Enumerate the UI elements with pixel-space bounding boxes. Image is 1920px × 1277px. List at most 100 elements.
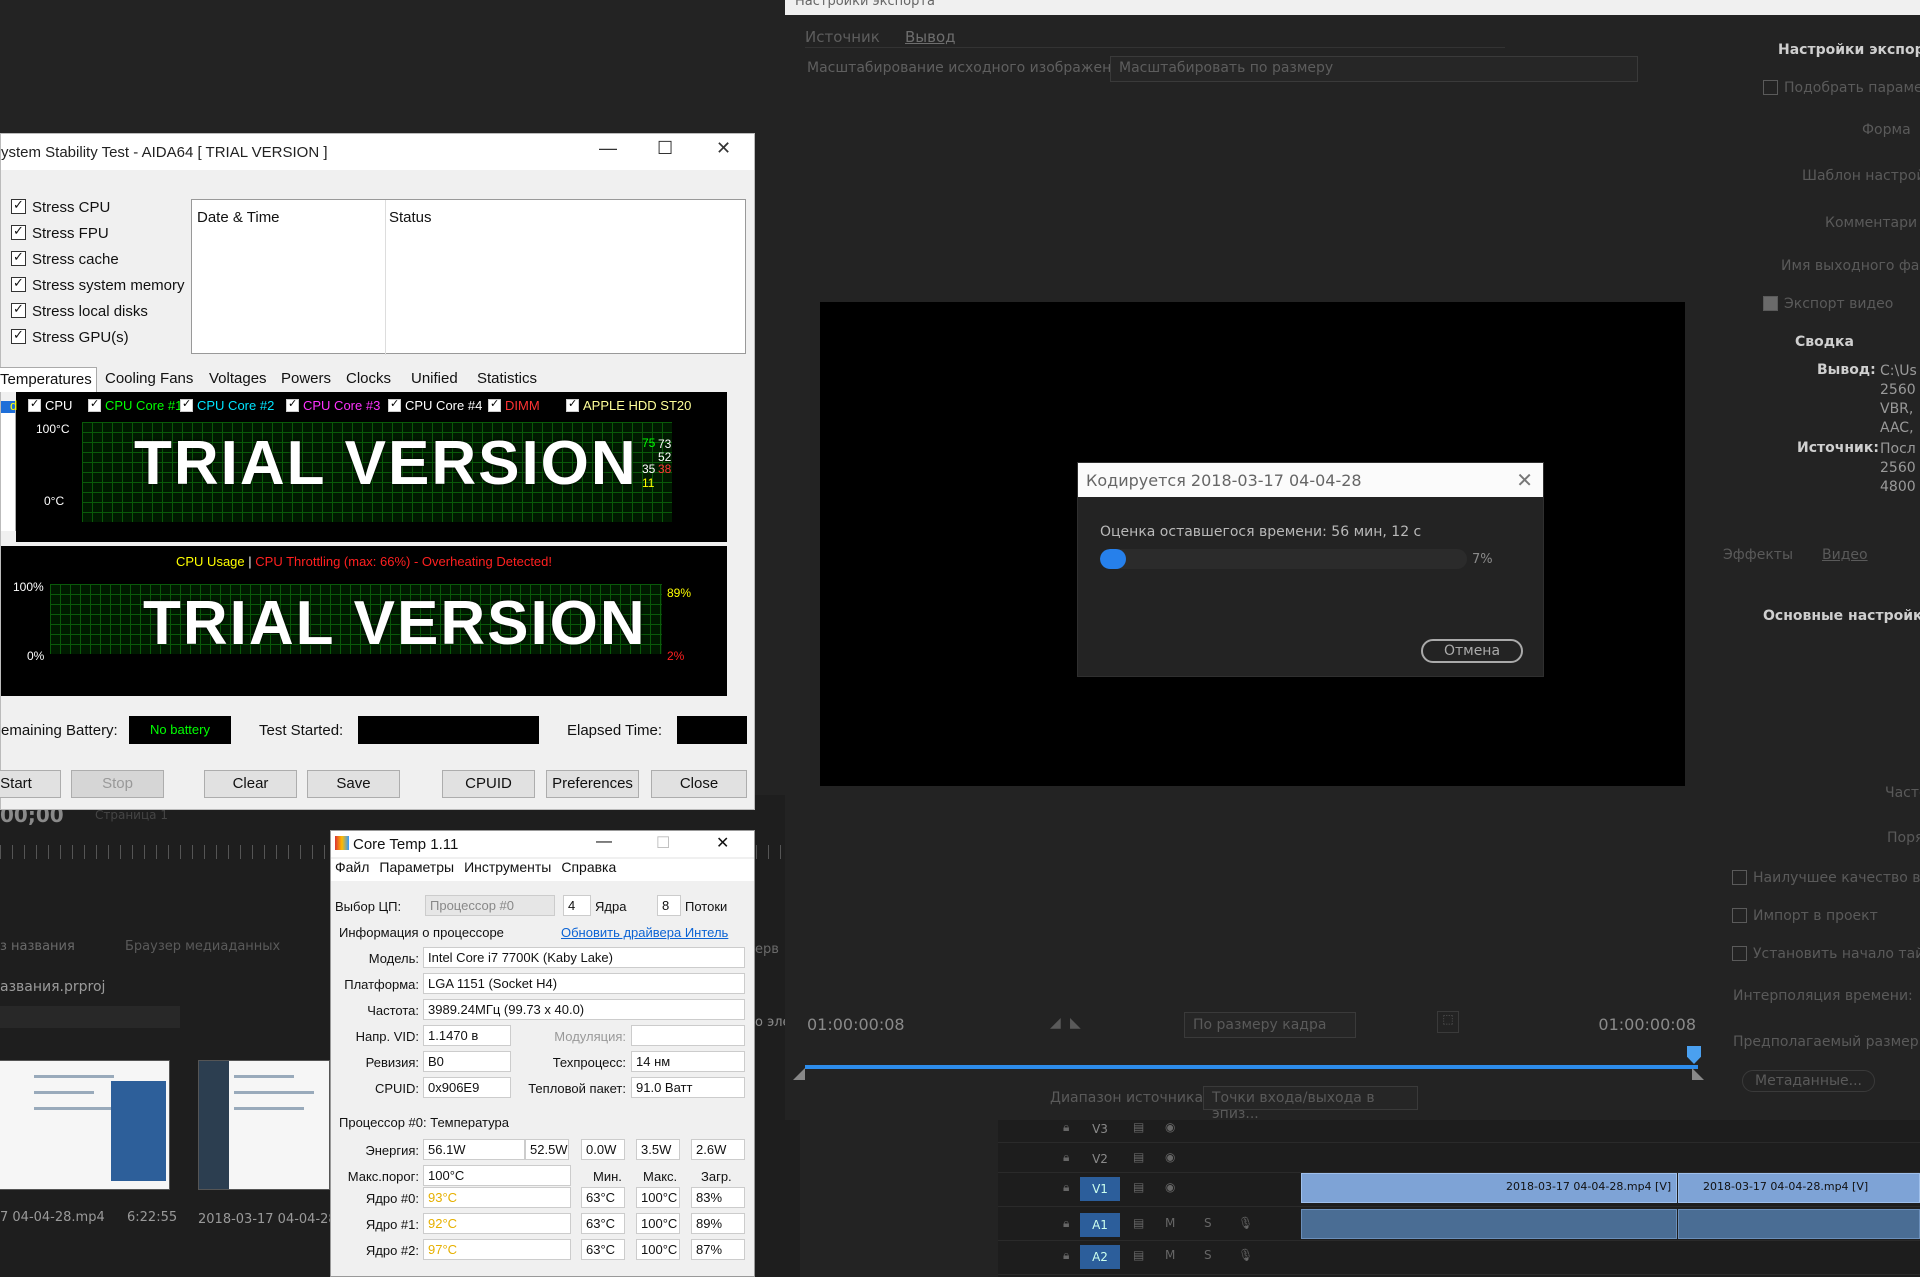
clip-thumbnail[interactable] bbox=[198, 1060, 330, 1190]
eye-icon[interactable]: ◉ bbox=[1165, 1150, 1175, 1164]
lock-icon[interactable]: 🔒︎ bbox=[1063, 1248, 1069, 1263]
track-label[interactable]: V3 bbox=[1080, 1117, 1120, 1141]
playhead-handle[interactable] bbox=[1687, 1046, 1701, 1064]
tab-voltages[interactable]: Voltages bbox=[205, 367, 271, 392]
legend-item[interactable]: CPU bbox=[28, 397, 72, 413]
mic-icon[interactable]: 🎙︎ bbox=[1238, 1216, 1253, 1230]
legend-item[interactable]: CPU Core #1 bbox=[88, 397, 182, 413]
col-date-time[interactable]: Date & Time bbox=[197, 209, 280, 226]
lock-icon[interactable]: 🔒︎ bbox=[1063, 1180, 1069, 1195]
track-label[interactable]: V1 bbox=[1080, 1177, 1120, 1201]
legend-item[interactable]: APPLE HDD ST20 bbox=[566, 397, 691, 413]
out-point-handle[interactable] bbox=[1692, 1068, 1704, 1080]
stress-cache-checkbox[interactable]: Stress cache bbox=[11, 249, 185, 277]
film-icon[interactable]: ▤ bbox=[1133, 1248, 1144, 1262]
eye-icon[interactable]: ◉ bbox=[1165, 1120, 1175, 1134]
track-v1[interactable]: 🔒︎ V1 ▤ ◉ 2018-03-17 04-04-28.mp4 [V] 2018-… bbox=[998, 1173, 1920, 1207]
minimize-icon[interactable]: — bbox=[599, 138, 617, 159]
preferences-button[interactable]: Preferences bbox=[546, 770, 639, 798]
import-project-checkbox[interactable]: Импорт в проект bbox=[1732, 908, 1878, 924]
close-icon[interactable]: ✕ bbox=[716, 138, 731, 159]
fit-select[interactable]: По размеру кадра bbox=[1184, 1012, 1356, 1038]
tab-powers[interactable]: Powers bbox=[277, 367, 335, 392]
tab-project[interactable]: з названия bbox=[0, 939, 75, 954]
tab-source[interactable]: Источник bbox=[805, 28, 880, 46]
timeline-clip[interactable]: 2018-03-17 04-04-28.mp4 [V] bbox=[1301, 1173, 1677, 1203]
start-button[interactable]: Start bbox=[0, 770, 61, 798]
source-range-select[interactable]: Точки входа/выхода в эпиз... bbox=[1203, 1086, 1418, 1122]
stress-cpu-checkbox[interactable]: Stress CPU bbox=[11, 197, 185, 225]
track-v2[interactable]: 🔒︎ V2 ▤ ◉ bbox=[998, 1143, 1920, 1173]
save-button[interactable]: Save bbox=[307, 770, 400, 798]
mute-button[interactable]: M bbox=[1165, 1216, 1175, 1230]
close-icon[interactable]: ✕ bbox=[716, 833, 729, 853]
tab-cooling-fans[interactable]: Cooling Fans bbox=[101, 367, 197, 392]
metadata-button[interactable]: Метаданные... bbox=[1742, 1070, 1876, 1092]
track-a1[interactable]: 🔒︎ A1 ▤ M S 🎙︎ bbox=[998, 1209, 1920, 1241]
menu-file[interactable]: Файл bbox=[335, 859, 369, 875]
menu-tools[interactable]: Инструменты bbox=[464, 859, 551, 875]
legend-item[interactable]: CPU Core #4 bbox=[388, 397, 482, 413]
export-video-checkbox[interactable]: Экспорт видео bbox=[1763, 296, 1893, 312]
film-icon[interactable]: ▤ bbox=[1133, 1150, 1144, 1164]
stress-memory-checkbox[interactable]: Stress system memory bbox=[11, 275, 185, 303]
tab-effects[interactable]: Эффекты bbox=[1723, 547, 1793, 563]
section-basic-settings[interactable]: Основные настройки bbox=[1763, 608, 1920, 624]
clear-button[interactable]: Clear bbox=[204, 770, 297, 798]
film-icon[interactable]: ▤ bbox=[1133, 1180, 1144, 1194]
stress-fpu-checkbox[interactable]: Stress FPU bbox=[11, 223, 185, 251]
in-point-handle[interactable] bbox=[793, 1068, 805, 1080]
legend-item[interactable]: d bbox=[10, 398, 17, 413]
tab-output[interactable]: Вывод bbox=[905, 28, 956, 46]
timecode-current[interactable]: 01:00:00:08 bbox=[807, 1015, 905, 1034]
source-range-track[interactable] bbox=[805, 1065, 1698, 1069]
close-icon[interactable]: ✕ bbox=[1516, 468, 1533, 492]
page-select[interactable]: Страница 1 bbox=[95, 808, 275, 824]
audio-clip[interactable] bbox=[1301, 1209, 1677, 1239]
tab-temperatures[interactable]: Temperatures bbox=[0, 367, 97, 392]
mic-icon[interactable]: 🎙︎ bbox=[1238, 1248, 1253, 1262]
menu-options[interactable]: Параметры bbox=[379, 859, 454, 875]
stress-gpu-checkbox[interactable]: Stress GPU(s) bbox=[11, 327, 185, 355]
crop-icon[interactable]: ⬚ bbox=[1437, 1011, 1459, 1033]
track-a2[interactable]: 🔒︎ A2 ▤ M S 🎙︎ bbox=[998, 1241, 1920, 1275]
track-label[interactable]: A1 bbox=[1080, 1213, 1120, 1237]
tab-clocks[interactable]: Clocks bbox=[342, 367, 395, 392]
solo-button[interactable]: S bbox=[1204, 1216, 1212, 1230]
menu-help[interactable]: Справка bbox=[561, 859, 616, 875]
col-status[interactable]: Status bbox=[389, 209, 432, 226]
project-search-input[interactable] bbox=[0, 1006, 180, 1028]
audio-clip[interactable] bbox=[1678, 1209, 1920, 1239]
mark-out-icon[interactable]: ◣ bbox=[1070, 1015, 1081, 1031]
eye-icon[interactable]: ◉ bbox=[1165, 1180, 1175, 1194]
maximize-icon[interactable]: ☐ bbox=[656, 833, 670, 853]
stress-disks-checkbox[interactable]: Stress local disks bbox=[11, 301, 185, 329]
update-drivers-link[interactable]: Обновить драйвера Интель bbox=[561, 925, 728, 940]
tab-media-browser[interactable]: Браузер медиаданных bbox=[125, 939, 280, 954]
film-icon[interactable]: ▤ bbox=[1133, 1216, 1144, 1230]
legend-item[interactable]: CPU Core #2 bbox=[180, 397, 274, 413]
section-export-settings[interactable]: Настройки экспорта bbox=[1778, 42, 1920, 58]
legend-item[interactable]: DIMM bbox=[488, 397, 540, 413]
tab-video[interactable]: Видео bbox=[1822, 547, 1868, 563]
lock-icon[interactable]: 🔒︎ bbox=[1063, 1216, 1069, 1231]
film-icon[interactable]: ▤ bbox=[1133, 1120, 1144, 1134]
lock-icon[interactable]: 🔒︎ bbox=[1063, 1120, 1069, 1135]
timeline-clip[interactable]: 2018-03-17 04-04-28.mp4 [V] bbox=[1678, 1173, 1920, 1203]
cpu-select[interactable]: Процессор #0 bbox=[425, 895, 555, 916]
clip-thumbnail[interactable] bbox=[0, 1060, 170, 1190]
close-button[interactable]: Close bbox=[651, 770, 747, 798]
legend-item[interactable]: CPU Core #3 bbox=[286, 397, 380, 413]
cancel-button[interactable]: Отмена bbox=[1421, 639, 1523, 663]
match-sequence-checkbox[interactable]: Подобрать параме bbox=[1763, 80, 1920, 96]
maximize-icon[interactable]: ☐ bbox=[657, 138, 673, 159]
solo-button[interactable]: S bbox=[1204, 1248, 1212, 1262]
stop-button[interactable]: Stop bbox=[71, 770, 164, 798]
track-label[interactable]: V2 bbox=[1080, 1147, 1120, 1171]
tab-unified[interactable]: Unified bbox=[407, 367, 462, 392]
track-label[interactable]: A2 bbox=[1080, 1245, 1120, 1269]
mark-in-icon[interactable]: ◢ bbox=[1050, 1015, 1061, 1031]
lock-icon[interactable]: 🔒︎ bbox=[1063, 1150, 1069, 1165]
max-quality-checkbox[interactable]: Наилучшее качество в bbox=[1732, 870, 1920, 886]
tab-statistics[interactable]: Statistics bbox=[473, 367, 541, 392]
